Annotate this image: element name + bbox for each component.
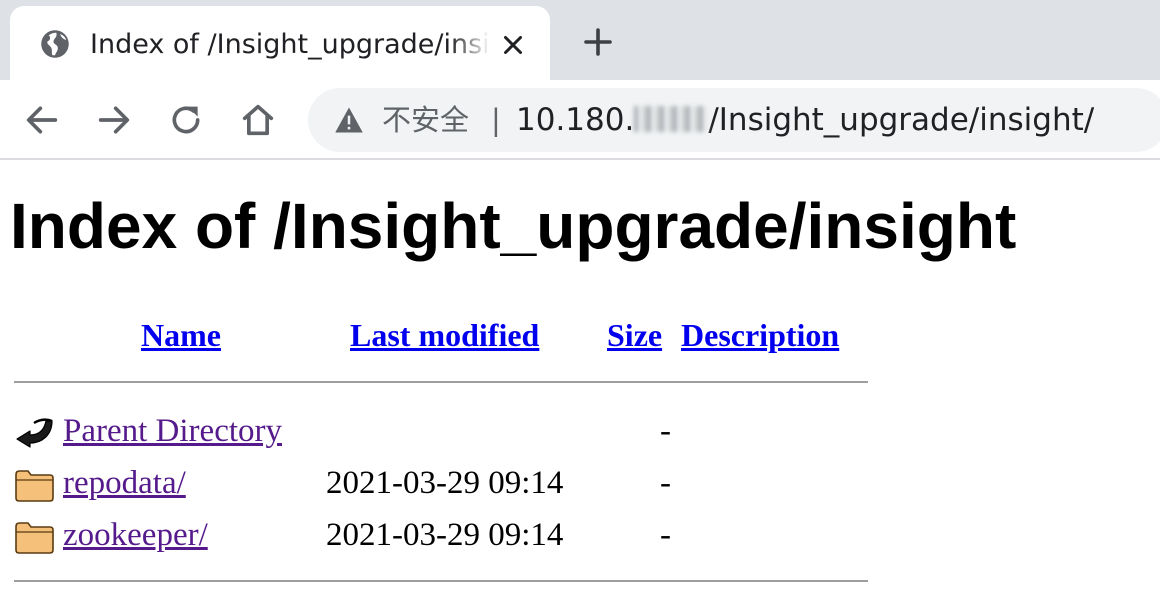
- security-label[interactable]: 不安全: [382, 101, 469, 139]
- row-size: -: [660, 517, 671, 553]
- row-last-modified: 2021-03-29 09:14: [326, 465, 564, 501]
- column-header-description[interactable]: Description: [681, 316, 839, 354]
- table-row: repodata/ 2021-03-29 09:14 -: [0, 459, 900, 509]
- directory-link[interactable]: zookeeper/: [63, 515, 208, 555]
- address-bar[interactable]: 不安全 | 10.180. /Insight_upgrade/insight/: [308, 88, 1160, 152]
- url-prefix: 10.180.: [516, 102, 635, 138]
- url-text[interactable]: 10.180. /Insight_upgrade/insight/: [516, 101, 1094, 139]
- url-path: /Insight_upgrade/insight/: [708, 102, 1095, 138]
- header-divider: [14, 381, 868, 383]
- tab-strip: Index of /Insight_upgrade/insight/: [0, 0, 1160, 80]
- back-arrow-icon[interactable]: [22, 100, 62, 140]
- globe-icon: [41, 30, 69, 58]
- plus-icon[interactable]: [580, 24, 616, 60]
- footer-divider: [14, 580, 868, 582]
- row-last-modified: 2021-03-29 09:14: [326, 517, 564, 553]
- table-row: zookeeper/ 2021-03-29 09:14 -: [0, 511, 900, 561]
- browser-toolbar: 不安全 | 10.180. /Insight_upgrade/insight/: [0, 80, 1160, 160]
- warning-triangle-icon[interactable]: [334, 106, 364, 134]
- column-header-size[interactable]: Size: [607, 316, 662, 354]
- home-icon[interactable]: [238, 100, 278, 140]
- close-icon[interactable]: [498, 30, 528, 60]
- folder-icon: [15, 470, 54, 502]
- column-header-last-modified[interactable]: Last modified: [350, 316, 539, 354]
- page-title: Index of /Insight_upgrade/insight: [10, 190, 1017, 262]
- address-separator: |: [491, 103, 501, 137]
- folder-icon: [15, 522, 54, 554]
- table-row: Parent Directory -: [0, 407, 900, 457]
- redacted-ip-segment: [634, 106, 709, 132]
- forward-arrow-icon[interactable]: [94, 100, 134, 140]
- row-size: -: [660, 465, 671, 501]
- tab-title: Index of /Insight_upgrade/insight/: [90, 28, 490, 62]
- parent-directory-icon: [16, 418, 53, 448]
- column-header-name[interactable]: Name: [141, 316, 221, 354]
- row-size: -: [660, 413, 671, 449]
- directory-link[interactable]: repodata/: [63, 463, 186, 503]
- reload-icon[interactable]: [166, 100, 206, 140]
- browser-tab[interactable]: Index of /Insight_upgrade/insight/: [10, 6, 550, 80]
- parent-directory-link[interactable]: Parent Directory: [63, 411, 282, 451]
